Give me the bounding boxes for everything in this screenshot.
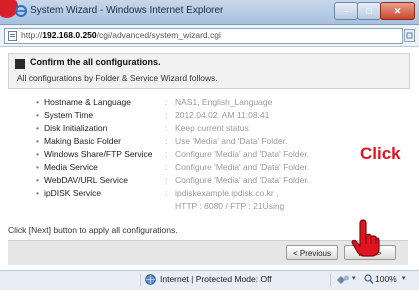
url-path: /cgi/advanced/system_wizard.cgi — [96, 30, 221, 40]
config-value: Configure 'Media' and 'Data' Folder. — [175, 175, 310, 185]
apply-instruction: Click [Next] button to apply all configu… — [8, 225, 178, 235]
page-icon — [8, 31, 17, 41]
globe-icon — [145, 274, 156, 285]
config-row-media-service: • Media Service : Configure 'Media' and … — [0, 162, 419, 175]
window-titlebar: System Wizard - Windows Internet Explore… — [0, 0, 419, 25]
config-value: Configure 'Media' and 'Data' Folder. — [175, 162, 310, 172]
click-annotation: Click — [360, 144, 401, 163]
separator: : — [165, 188, 168, 198]
minimize-button[interactable]: – — [334, 2, 358, 20]
chevron-down-icon[interactable]: ▾ — [402, 274, 406, 282]
url-prefix: http:// — [21, 30, 43, 40]
previous-button[interactable]: < Previous — [286, 245, 338, 260]
chevron-down-icon[interactable]: ▾ — [352, 274, 356, 282]
security-zone-text[interactable]: Internet | Protected Mode: Off — [160, 274, 272, 284]
config-label: Media Service — [44, 162, 98, 172]
window-title: System Wizard - Windows Internet Explore… — [30, 5, 224, 16]
minimize-icon: – — [343, 6, 349, 16]
config-label: Hostname & Language — [44, 97, 131, 107]
ie-logo-icon — [15, 5, 27, 17]
zoom-level[interactable]: 100% — [375, 274, 397, 284]
config-label: Windows Share/FTP Service — [44, 149, 153, 159]
config-row-disk-init: • Disk Initialization : Keep current sta… — [0, 123, 419, 136]
wizard-button-bar: < Previous Next > — [8, 240, 408, 265]
close-button[interactable]: ✕ — [380, 2, 415, 20]
config-value: Use 'Media' and 'Data' Folder. — [175, 136, 288, 146]
config-row-ipdisk: • ipDISK Service : ipdiskexample.ipdisk.… — [0, 188, 419, 201]
pointing-hand-icon — [351, 219, 380, 257]
wizard-subtitle: All configurations by Folder & Service W… — [17, 73, 218, 83]
config-value: HTTP : 8080 / FTP : 21Using — [175, 201, 285, 211]
bullet: • — [36, 110, 39, 120]
config-value: 2012.04.02. AM 11:08:41 — [175, 110, 270, 120]
config-label: WebDAV/URL Service — [44, 175, 128, 185]
protected-mode-icon[interactable] — [336, 274, 350, 285]
separator: : — [165, 149, 168, 159]
config-row-basic-folder: • Making Basic Folder : Use 'Media' and … — [0, 136, 419, 149]
compatibility-view-icon[interactable] — [404, 29, 415, 42]
separator: : — [165, 136, 168, 146]
config-value: ipdiskexample.ipdisk.co.kr , — [175, 188, 279, 198]
bullet: • — [36, 97, 39, 107]
zoom-icon[interactable] — [364, 274, 374, 285]
config-label: Disk Initialization — [44, 123, 108, 133]
separator: : — [165, 162, 168, 172]
close-icon: ✕ — [393, 6, 402, 16]
config-value: NAS1, English_Language — [175, 97, 273, 107]
address-bar: http://192.168.0.250/cgi/advanced/system… — [0, 25, 419, 47]
bullet: • — [36, 175, 39, 185]
url-host: 192.168.0.250 — [42, 30, 97, 40]
wizard-header: Confirm the all configurations. All conf… — [8, 53, 410, 89]
separator: : — [165, 97, 168, 107]
config-row-hostname: • Hostname & Language : NAS1, English_La… — [0, 97, 419, 110]
bullet: • — [36, 162, 39, 172]
status-divider — [330, 274, 331, 286]
separator: : — [165, 175, 168, 185]
caption-buttons: – □ ✕ — [334, 2, 415, 20]
config-label: System Time — [44, 110, 94, 120]
separator: : — [165, 110, 168, 120]
separator: : — [165, 123, 168, 133]
maximize-icon: □ — [366, 6, 372, 16]
wizard-header-icon — [15, 59, 25, 69]
status-divider — [140, 274, 141, 286]
config-row-system-time: • System Time : 2012.04.02. AM 11:08:41 — [0, 110, 419, 123]
url-field[interactable]: http://192.168.0.250/cgi/advanced/system… — [4, 28, 403, 44]
url-text: http://192.168.0.250/cgi/advanced/system… — [21, 30, 221, 40]
config-value: Configure 'Media' and 'Data' Folder. — [175, 149, 310, 159]
config-value: Keep current status — [175, 123, 249, 133]
config-label: Making Basic Folder — [44, 136, 122, 146]
config-row-webdav: • WebDAV/URL Service : Configure 'Media'… — [0, 175, 419, 188]
maximize-button[interactable]: □ — [357, 2, 381, 20]
bullet: • — [36, 149, 39, 159]
bullet: • — [36, 188, 39, 198]
config-row-ipdisk-ports: HTTP : 8080 / FTP : 21Using — [0, 201, 419, 214]
config-row-windows-share: • Windows Share/FTP Service : Configure … — [0, 149, 419, 162]
status-bar: Internet | Protected Mode: Off ▾ 100% ▾ — [0, 270, 419, 290]
bullet: • — [36, 136, 39, 146]
config-label: ipDISK Service — [44, 188, 102, 198]
wizard-title: Confirm the all configurations. — [30, 57, 161, 67]
bullet: • — [36, 123, 39, 133]
